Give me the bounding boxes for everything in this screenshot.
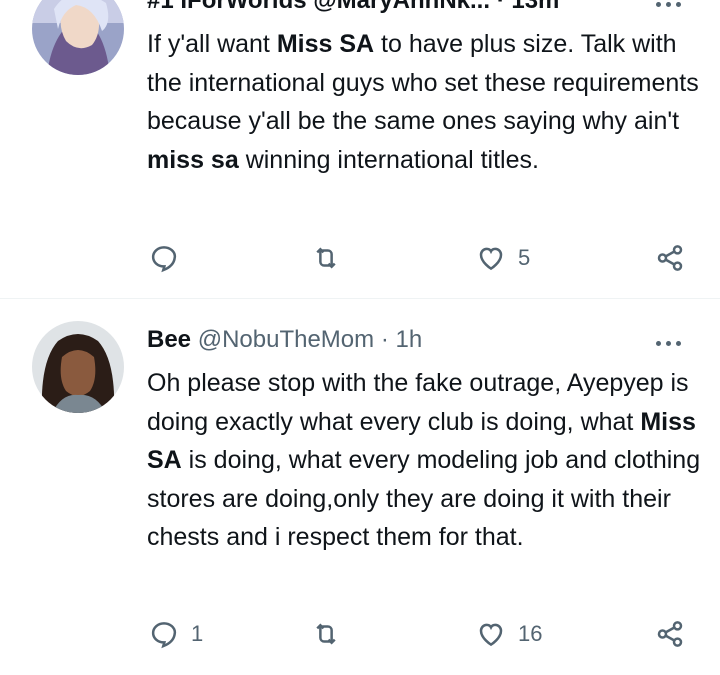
avatar[interactable]: [32, 0, 124, 75]
reply-button[interactable]: 1: [149, 614, 203, 654]
share-icon: [657, 621, 683, 647]
tweet-actions: 5: [0, 238, 720, 278]
share-button[interactable]: [655, 238, 685, 278]
reply-count: 1: [191, 621, 204, 646]
retweet-icon: [316, 247, 336, 269]
tweet-1[interactable]: #1 IForWorlds @MaryAnnNk... · 13m If y'a…: [0, 0, 720, 298]
like-button[interactable]: 5: [476, 238, 530, 278]
tweet-text: If y'all want Miss SA to have plus size.…: [147, 25, 702, 179]
retweet-icon: [316, 623, 336, 645]
text-segment: Oh please stop with the fake outrage, Ay…: [147, 369, 689, 436]
like-button[interactable]: 16: [476, 614, 542, 654]
like-count: 16: [518, 621, 543, 646]
reply-icon: [151, 246, 177, 273]
timestamp[interactable]: 1h: [395, 326, 422, 353]
share-button[interactable]: [655, 614, 685, 654]
bold-text: Miss SA: [276, 30, 375, 58]
bold-text: miss sa: [147, 145, 239, 174]
reply-button[interactable]: [149, 238, 191, 278]
tweet-header: Bee @NobuTheMom · 1h: [147, 325, 422, 355]
share-icon: [657, 245, 683, 271]
tweet-2[interactable]: Bee @NobuTheMom · 1h Oh please stop with…: [0, 299, 720, 675]
tweet-actions: 1 16: [0, 614, 720, 654]
handle[interactable]: @NobuTheMom: [198, 326, 374, 353]
retweet-button[interactable]: [311, 238, 353, 278]
avatar-image: [32, 0, 124, 75]
like-count: 5: [518, 245, 531, 270]
separator: ·: [380, 326, 389, 353]
tweet-header: #1 IForWorlds @MaryAnnNk... · 13m: [147, 0, 560, 14]
tweet-text: Oh please stop with the fake outrage, Ay…: [147, 364, 702, 557]
more-options-icon[interactable]: [650, 0, 686, 12]
retweet-button[interactable]: [311, 614, 353, 654]
text-segment: is doing, what every modeling job and cl…: [147, 446, 701, 551]
text-segment: winning international titles.: [238, 145, 539, 174]
text-segment: If y'all want: [147, 30, 277, 58]
display-name[interactable]: Bee: [147, 326, 191, 353]
avatar-image: [32, 321, 124, 413]
avatar[interactable]: [32, 321, 124, 413]
heart-icon: [479, 247, 503, 271]
heart-icon: [479, 623, 503, 647]
more-options-icon[interactable]: [650, 335, 686, 351]
reply-icon: [151, 622, 177, 649]
